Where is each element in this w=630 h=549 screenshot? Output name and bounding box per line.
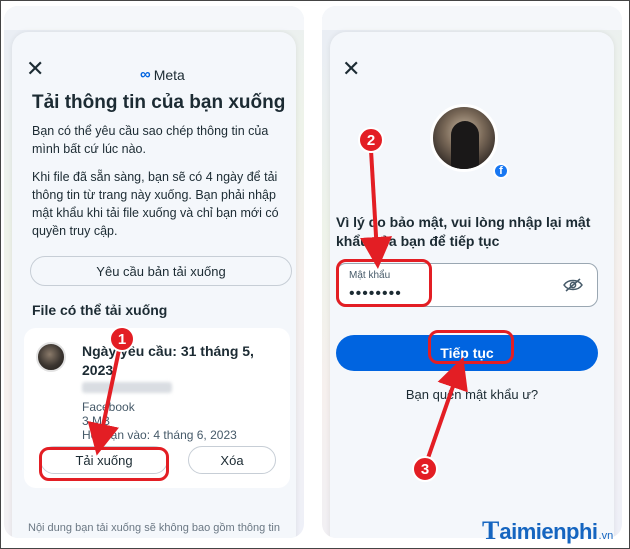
request-download-button[interactable]: Yêu cầu bản tải xuống: [30, 256, 292, 286]
step-3-badge: 3: [412, 456, 438, 482]
close-icon[interactable]: ✕: [26, 58, 44, 80]
request-date: Ngày yêu cầu: 31 tháng 5, 2023: [82, 343, 254, 378]
step-2-badge: 2: [358, 127, 384, 153]
forgot-password-link[interactable]: Bạn quên mật khẩu ư?: [322, 387, 622, 402]
meta-infinity-icon: ∞: [140, 66, 151, 83]
close-icon[interactable]: ✕: [342, 58, 360, 80]
section-heading: File có thể tải xuống: [32, 302, 168, 318]
file-source: Facebook: [82, 400, 135, 414]
file-expiry: Hết hạn vào: 4 tháng 6, 2023: [82, 428, 237, 442]
watermark-suffix: .vn: [598, 530, 614, 542]
status-bar: [322, 6, 622, 30]
hide-password-icon[interactable]: [563, 278, 583, 292]
footnote-text: Nội dung bạn tải xuống sẽ không bao gồm …: [28, 522, 280, 534]
security-prompt: Vì lý do bảo mật, vui lòng nhập lại mật …: [336, 214, 591, 249]
page-title: Tải thông tin của bạn xuống: [32, 92, 286, 113]
step-1-badge: 1: [109, 326, 135, 352]
watermark-text: aimienphi: [499, 519, 598, 544]
facebook-badge-icon: f: [493, 163, 509, 179]
meta-logo-text: Meta: [153, 66, 185, 83]
status-bar: [4, 6, 304, 30]
highlight-password-field: [336, 259, 432, 307]
redacted-text: [82, 382, 172, 393]
highlight-download-button: [39, 447, 169, 481]
highlight-continue-button: [428, 330, 514, 364]
delete-button[interactable]: Xóa: [188, 446, 276, 474]
file-size: 3 MB: [82, 414, 111, 428]
meta-logo: ∞ Meta: [140, 66, 185, 83]
watermark-logo-letter: T: [482, 516, 500, 545]
avatar: [430, 104, 498, 172]
taimienphi-watermark: T aimienphi .vn: [482, 516, 613, 546]
intro-text: Bạn có thể yêu cầu sao chép thông tin củ…: [32, 124, 269, 156]
file-thumbnail: [36, 342, 66, 372]
detail-text: Khi file đã sẵn sàng, bạn sẽ có 4 ngày đ…: [32, 170, 279, 238]
